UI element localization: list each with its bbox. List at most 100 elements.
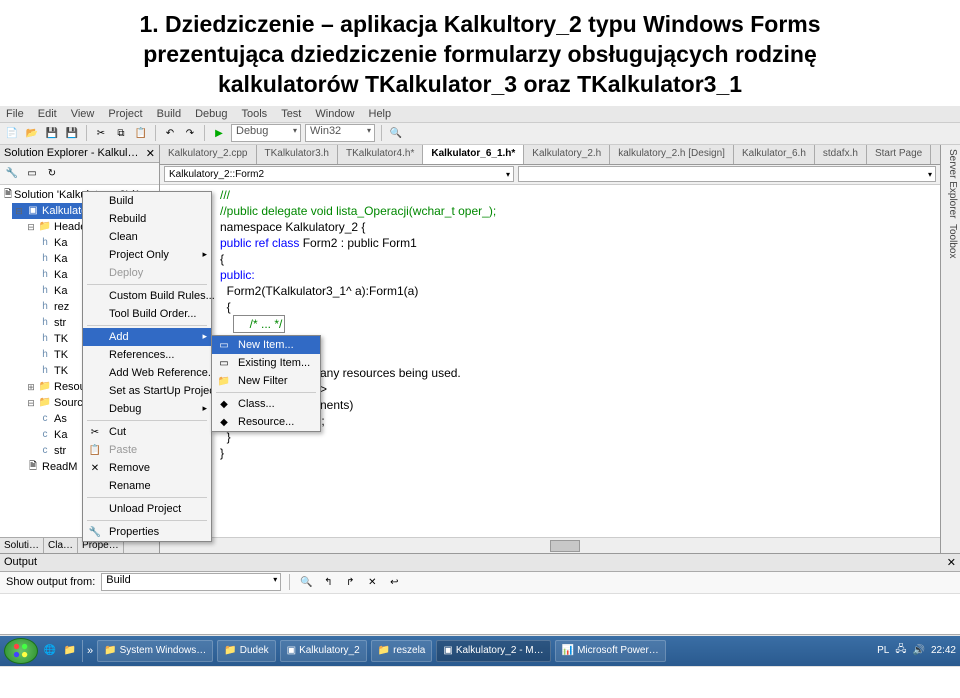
- tab-class[interactable]: Cla…: [44, 538, 78, 553]
- run-icon[interactable]: ▶: [211, 125, 227, 141]
- editor-tab[interactable]: kalkulatory_2.h [Design]: [610, 145, 734, 164]
- editor-tab-bar: Kalkulatory_2.cppTKalkulator3.hTKalkulat…: [160, 145, 940, 165]
- taskbar-item[interactable]: 📁 reszela: [371, 640, 433, 662]
- editor-tab[interactable]: Kalkulatory_2.h: [524, 145, 610, 164]
- menu-debug[interactable]: Debug: [195, 108, 227, 120]
- menu-file[interactable]: File: [6, 108, 24, 120]
- output-find-icon[interactable]: 🔍: [298, 574, 314, 590]
- output-clear-icon[interactable]: ✕: [364, 574, 380, 590]
- editor-tab[interactable]: Kalkulator_6_1.h*: [423, 145, 524, 164]
- ctx-rename[interactable]: Rename: [83, 477, 211, 495]
- system-tray[interactable]: PL 🖧 🔊 22:42: [877, 642, 956, 659]
- ctx-custom-build-rules-[interactable]: Custom Build Rules...: [83, 287, 211, 305]
- output-next-icon[interactable]: ↱: [342, 574, 358, 590]
- ctx-cut[interactable]: ✂Cut: [83, 423, 211, 441]
- right-sidebar: Server Explorer Toolbox: [940, 145, 960, 553]
- menu-tools[interactable]: Tools: [242, 108, 268, 120]
- output-close-icon[interactable]: ✕: [947, 556, 956, 569]
- menu-view[interactable]: View: [71, 108, 95, 120]
- ctx-add-web-reference-[interactable]: Add Web Reference...: [83, 364, 211, 382]
- quicklaunch-explorer-icon[interactable]: 📁: [62, 643, 78, 659]
- sub-class-[interactable]: ◆Class...: [212, 395, 320, 413]
- menu-bar: File Edit View Project Build Debug Tools…: [0, 106, 960, 123]
- ctx-paste[interactable]: 📋Paste: [83, 441, 211, 459]
- ctx-clean[interactable]: Clean: [83, 228, 211, 246]
- copy-icon[interactable]: ⧉: [113, 125, 129, 141]
- ctx-deploy[interactable]: Deploy: [83, 264, 211, 282]
- undo-icon[interactable]: ↶: [162, 125, 178, 141]
- cut-icon[interactable]: ✂: [93, 125, 109, 141]
- ctx-add[interactable]: Add: [83, 328, 211, 346]
- ctx-project-only[interactable]: Project Only: [83, 246, 211, 264]
- ctx-remove[interactable]: ✕Remove: [83, 459, 211, 477]
- sub-resource-[interactable]: ◆Resource...: [212, 413, 320, 431]
- ctx-references-[interactable]: References...: [83, 346, 211, 364]
- output-title: Output: [4, 556, 37, 569]
- scope-combo[interactable]: Kalkulatory_2::Form2: [164, 166, 514, 182]
- project-context-menu[interactable]: BuildRebuildCleanProject OnlyDeploy Custo…: [82, 191, 212, 542]
- start-button[interactable]: [4, 638, 38, 664]
- menu-test[interactable]: Test: [281, 108, 301, 120]
- output-wrap-icon[interactable]: ↩: [386, 574, 402, 590]
- windows-taskbar: 🌐 📁 » 📁 System Windows… 📁 Dudek ▣ Kalkul…: [0, 636, 960, 666]
- editor-tab[interactable]: Start Page: [867, 145, 931, 164]
- member-combo[interactable]: [518, 166, 936, 182]
- tab-solution[interactable]: Soluti…: [0, 538, 44, 553]
- ctx-properties[interactable]: 🔧Properties: [83, 523, 211, 541]
- taskbar-chevron[interactable]: »: [87, 645, 93, 657]
- redo-icon[interactable]: ↷: [182, 125, 198, 141]
- ctx-rebuild[interactable]: Rebuild: [83, 210, 211, 228]
- output-text[interactable]: [0, 594, 960, 634]
- output-from-label: Show output from:: [6, 576, 95, 588]
- menu-help[interactable]: Help: [369, 108, 392, 120]
- editor-tab[interactable]: TKalkulator4.h*: [338, 145, 423, 164]
- taskbar-item[interactable]: 📁 Dudek: [217, 640, 275, 662]
- properties-icon[interactable]: 🔧: [4, 165, 20, 181]
- menu-window[interactable]: Window: [315, 108, 354, 120]
- tray-lang[interactable]: PL: [877, 645, 889, 656]
- refresh-icon[interactable]: ↻: [44, 165, 60, 181]
- output-prev-icon[interactable]: ↰: [320, 574, 336, 590]
- sub-new-item-[interactable]: ▭New Item...: [212, 336, 320, 354]
- output-source-combo[interactable]: Build: [101, 573, 281, 591]
- menu-project[interactable]: Project: [108, 108, 142, 120]
- quicklaunch-ie-icon[interactable]: 🌐: [42, 643, 58, 659]
- menu-build[interactable]: Build: [157, 108, 181, 120]
- panel-close-icon[interactable]: ✕: [146, 147, 155, 160]
- ctx-build[interactable]: Build: [83, 192, 211, 210]
- server-explorer-tab[interactable]: Server Explorer: [943, 149, 958, 218]
- slide-title: 1. Dziedziczenie – aplikacja Kalkultory_…: [0, 0, 960, 106]
- ctx-unload-project[interactable]: Unload Project: [83, 500, 211, 518]
- editor-tab[interactable]: Kalkulator_6.h: [734, 145, 815, 164]
- ctx-set-as-startup-project[interactable]: Set as StartUp Project: [83, 382, 211, 400]
- find-icon[interactable]: 🔍: [388, 125, 404, 141]
- show-all-icon[interactable]: ▭: [24, 165, 40, 181]
- editor-tab[interactable]: Kalkulatory_2.cpp: [160, 145, 257, 164]
- editor-tab[interactable]: stdafx.h: [815, 145, 867, 164]
- ctx-debug[interactable]: Debug: [83, 400, 211, 418]
- add-submenu[interactable]: ▭New Item...▭Existing Item...📁New Filter…: [211, 335, 321, 432]
- save-all-icon[interactable]: 💾: [64, 125, 80, 141]
- sub-existing-item-[interactable]: ▭Existing Item...: [212, 354, 320, 372]
- toolbox-tab[interactable]: Toolbox: [943, 224, 958, 258]
- ctx-tool-build-order-[interactable]: Tool Build Order...: [83, 305, 211, 323]
- save-icon[interactable]: 💾: [44, 125, 60, 141]
- platform-combo[interactable]: Win32: [305, 124, 375, 142]
- taskbar-item[interactable]: 📁 System Windows…: [97, 640, 213, 662]
- taskbar-item[interactable]: 📊 Microsoft Power…: [555, 640, 666, 662]
- output-panel: Output ✕ Show output from: Build 🔍 ↰ ↱ ✕…: [0, 553, 960, 634]
- paste-icon[interactable]: 📋: [133, 125, 149, 141]
- tray-volume-icon[interactable]: 🔊: [913, 645, 925, 656]
- tray-network-icon[interactable]: 🖧: [895, 642, 906, 659]
- new-project-icon[interactable]: 📄: [4, 125, 20, 141]
- editor-hscrollbar[interactable]: [160, 537, 940, 553]
- tray-clock[interactable]: 22:42: [931, 645, 956, 656]
- menu-edit[interactable]: Edit: [38, 108, 57, 120]
- editor-tab[interactable]: TKalkulator3.h: [257, 145, 338, 164]
- taskbar-item[interactable]: ▣ Kalkulatory_2 - M…: [436, 640, 550, 662]
- taskbar-item[interactable]: ▣ Kalkulatory_2: [280, 640, 367, 662]
- main-toolbar: 📄 📂 💾 💾 ✂ ⧉ 📋 ↶ ↷ ▶ Debug Win32 🔍: [0, 123, 960, 145]
- open-icon[interactable]: 📂: [24, 125, 40, 141]
- sub-new-filter[interactable]: 📁New Filter: [212, 372, 320, 390]
- config-combo[interactable]: Debug: [231, 124, 301, 142]
